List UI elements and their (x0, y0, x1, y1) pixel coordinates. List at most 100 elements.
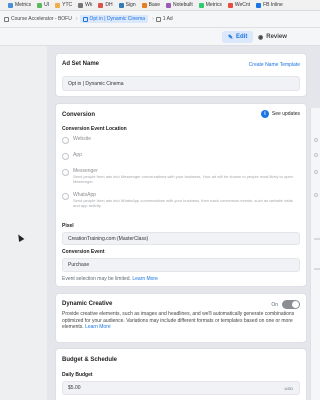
bookmark-item[interactable]: UI (37, 2, 49, 8)
bookmark-icon (55, 2, 61, 8)
radio-messenger-desc: Send people from ads into Messenger conv… (73, 174, 293, 184)
pencil-icon: ✎ (228, 34, 234, 41)
see-updates-label: See updates (271, 111, 300, 117)
bookmark-label: DH (105, 2, 113, 8)
review-label: Review (266, 34, 287, 40)
bookmark-item[interactable]: Sign (118, 2, 136, 8)
radio-circle (62, 137, 69, 144)
folder-icon (4, 16, 9, 22)
radio-app-label: App (73, 152, 82, 158)
bookmark-item[interactable]: Base (141, 2, 161, 8)
review-button[interactable]: ◉ Review (252, 31, 293, 43)
event-limited-text: Event selection may be limited. (62, 276, 131, 282)
daily-budget-label: Daily Budget (62, 372, 93, 378)
breadcrumb-campaign[interactable]: Course Accelerator - BOFU (4, 16, 72, 22)
bookmark-icon (198, 2, 204, 8)
bookmark-icon (8, 2, 13, 8)
pixel-select[interactable]: CreationTraining.com (MasterClass) (62, 232, 300, 245)
bookmark-label: Metrics (15, 2, 32, 8)
budget-heading: Budget & Schedule (62, 357, 118, 363)
breadcrumb-campaign-label: Course Accelerator - BOFU (11, 16, 72, 22)
bookmark-label: Base (148, 2, 161, 8)
edit-label: Edit (236, 34, 248, 40)
chevron-right-icon: › (152, 16, 154, 22)
edit-button[interactable]: ✎ Edit (222, 31, 254, 43)
conversion-learn-more-link[interactable]: Learn More (132, 276, 158, 282)
bookmark-item[interactable]: DH (98, 2, 113, 8)
currency-label: USD (284, 385, 293, 391)
breadcrumb-adset[interactable]: Opt in | Dynamic Cinema (79, 15, 149, 23)
chevron-right-icon: › (75, 16, 78, 22)
radio-circle (314, 153, 318, 157)
adset-name-input[interactable]: Opt in | Dynamic Cinema (62, 76, 300, 91)
radio-website[interactable]: Website (62, 136, 302, 144)
toggle-knob (292, 301, 299, 308)
bookmark-icon (78, 2, 84, 8)
bookmark-label: Metrics (205, 2, 222, 8)
conversion-event-select[interactable]: Purchase (62, 258, 300, 272)
dynamic-creative-heading: Dynamic Creative (62, 301, 113, 307)
radio-circle (314, 193, 318, 197)
bookmark-item[interactable]: Wk (78, 2, 92, 8)
radio-website-label: Website (73, 136, 91, 142)
mode-bar: ✎ Edit ◉ Review (0, 28, 320, 46)
bookmark-item[interactable]: YTC (55, 2, 72, 8)
left-pane (0, 46, 47, 400)
bookmark-label: Wk (85, 2, 93, 8)
bookmark-icon (166, 2, 172, 8)
bookmark-item[interactable]: Metrics (198, 2, 222, 8)
daily-budget-input[interactable]: $5.00 USD (62, 381, 300, 395)
bookmark-label: YTC (62, 2, 73, 8)
radio-circle (62, 169, 69, 176)
radio-app[interactable]: App (62, 152, 302, 160)
dynamic-creative-learn-more-link[interactable]: Learn More (85, 324, 111, 330)
ad-icon (155, 16, 161, 22)
bookmark-icon (37, 2, 43, 8)
budget-card: Budget & Schedule Daily Budget $5.00 USD (55, 348, 307, 400)
radio-whatsapp[interactable]: WhatsApp Send people from ads into Whats… (62, 192, 298, 208)
pixel-label: Pixel (62, 223, 74, 229)
bookmark-label: FB Inline (263, 2, 283, 8)
divider (314, 268, 320, 270)
dynamic-creative-toggle-row: On (271, 300, 300, 309)
create-name-template-link[interactable]: Create Name Template (249, 62, 300, 68)
radio-circle (62, 153, 69, 160)
right-pane (310, 108, 320, 400)
bookmark-item[interactable]: Notebuilt (166, 2, 193, 8)
radio-circle (314, 170, 318, 174)
breadcrumb-ad-label: 1 Ad (162, 16, 173, 22)
divider (314, 238, 320, 240)
conversion-location-label: Conversion Event Location (62, 126, 127, 132)
bookmark-icon (227, 2, 233, 8)
bookmark-item[interactable]: FB Inline (256, 2, 283, 8)
eye-icon: ◉ (258, 34, 264, 41)
bookmark-icon (118, 2, 124, 8)
see-updates-button[interactable]: i See updates (260, 110, 300, 118)
conversion-event-label: Conversion Event (62, 249, 105, 255)
bookmark-icon (98, 2, 104, 8)
adset-name-card: Ad Set Name Create Name Template Opt in … (55, 53, 307, 97)
toggle-state-label: On (271, 301, 278, 308)
bookmark-label: Notebuilt (173, 2, 193, 8)
info-icon: i (260, 110, 269, 118)
radio-circle (314, 138, 318, 142)
dynamic-creative-toggle[interactable] (282, 300, 300, 309)
dynamic-creative-card: Dynamic Creative On Provide creative ele… (55, 293, 307, 343)
breadcrumb-ad[interactable]: 1 Ad (155, 16, 173, 22)
radio-messenger[interactable]: Messenger Send people from ads into Mess… (62, 168, 298, 184)
radio-circle (62, 193, 69, 200)
breadcrumb: Course Accelerator - BOFU › Opt in | Dyn… (0, 11, 320, 28)
conversion-card: Conversion i See updates Conversion Even… (55, 103, 307, 287)
radio-whatsapp-desc: Send people from ads into WhatsApp conve… (73, 198, 293, 208)
bookmarks-bar: Metrics UI YTC Wk DH Sign Base Notebuilt Metrics… (0, 0, 320, 11)
conversion-heading: Conversion (62, 112, 96, 118)
bookmark-label: UI (44, 2, 50, 8)
bookmark-item[interactable]: WeCnt (227, 2, 250, 8)
bookmark-icon (141, 2, 147, 8)
event-limited-note: Event selection may be limited. Learn Mo… (62, 276, 158, 282)
adset-name-heading: Ad Set Name (62, 61, 100, 67)
grid-icon (82, 16, 88, 22)
bookmark-item[interactable]: Metrics (8, 2, 31, 8)
dynamic-creative-desc: Provide creative elements, such as image… (62, 311, 302, 331)
bookmark-icon (256, 2, 262, 8)
